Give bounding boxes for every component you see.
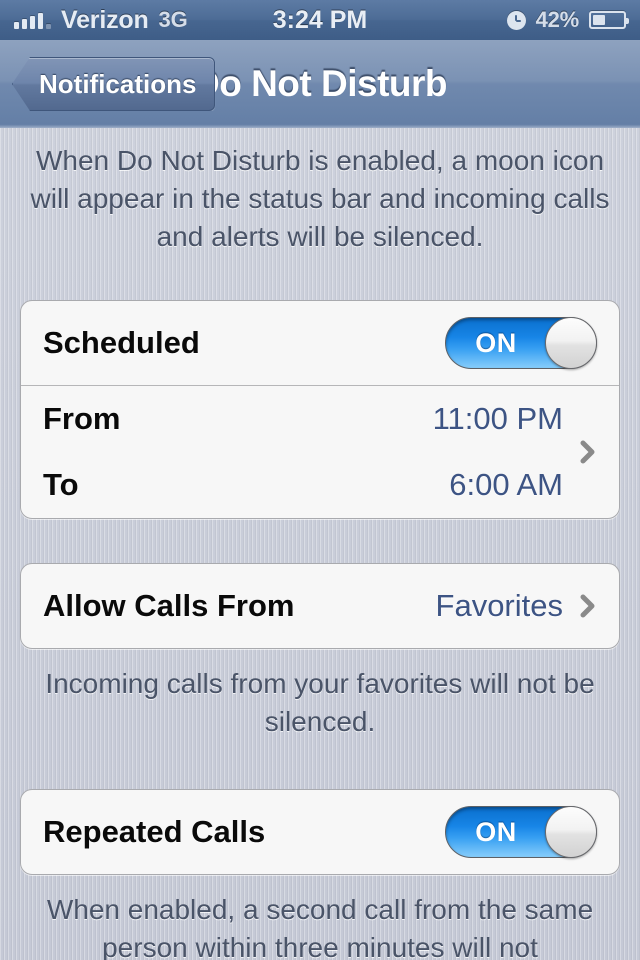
clock-time-label: 3:24 PM	[272, 5, 368, 34]
to-label: To	[43, 467, 79, 502]
to-value: 6:00 AM	[449, 467, 563, 502]
iphone-screen: Verizon 3G 3:24 PM 42% Notifications Do …	[0, 0, 640, 960]
back-button-notifications[interactable]: Notifications	[12, 57, 216, 111]
carrier-label: Verizon	[61, 5, 149, 34]
row-repeated-calls[interactable]: Repeated Calls ON	[21, 790, 619, 874]
allow-calls-from-value: Favorites	[435, 588, 563, 623]
settings-content: When Do Not Disturb is enabled, a moon i…	[0, 128, 640, 960]
repeated-calls-toggle-knob[interactable]	[545, 806, 597, 858]
row-scheduled[interactable]: Scheduled ON	[21, 301, 619, 385]
chevron-right-icon	[579, 591, 597, 621]
scheduled-toggle-knob[interactable]	[545, 317, 597, 369]
repeated-calls-group: Repeated Calls ON	[20, 789, 620, 875]
from-value: 11:00 PM	[432, 401, 563, 436]
status-bar: Verizon 3G 3:24 PM 42%	[0, 0, 640, 40]
battery-percent-label: 42%	[535, 7, 580, 32]
battery-fill	[593, 15, 606, 25]
allow-calls-group: Allow Calls From Favorites	[20, 563, 620, 649]
scheduled-toggle-state: ON	[475, 327, 517, 358]
row-to: To 6:00 AM	[43, 452, 563, 518]
repeated-calls-label: Repeated Calls	[43, 814, 266, 849]
repeated-calls-toggle[interactable]: ON	[445, 806, 597, 858]
row-from: From 11:00 PM	[43, 386, 563, 452]
scheduled-toggle[interactable]: ON	[445, 317, 597, 369]
signal-bars-icon	[14, 11, 51, 29]
status-bar-left: Verizon 3G	[14, 5, 188, 35]
chevron-right-icon	[579, 437, 597, 467]
repeated-calls-toggle-state: ON	[475, 816, 517, 847]
do-not-disturb-description: When Do Not Disturb is enabled, a moon i…	[30, 145, 610, 252]
schedule-group: Scheduled ON From 11:00 PM To 6:00 AM	[20, 300, 620, 519]
row-allow-calls-from[interactable]: Allow Calls From Favorites	[21, 564, 619, 648]
status-bar-right: 42%	[506, 7, 629, 33]
from-label: From	[43, 401, 121, 436]
allow-calls-from-label: Allow Calls From	[43, 588, 295, 623]
alarm-clock-icon	[506, 10, 526, 30]
row-schedule-times[interactable]: From 11:00 PM To 6:00 AM	[21, 385, 619, 518]
navigation-bar: Notifications Do Not Disturb	[0, 40, 640, 128]
scheduled-label: Scheduled	[43, 325, 200, 360]
repeated-calls-description: When enabled, a second call from the sam…	[46, 894, 594, 960]
schedule-times-lines: From 11:00 PM To 6:00 AM	[43, 386, 563, 518]
battery-icon	[589, 11, 629, 29]
back-button-label: Notifications	[39, 68, 197, 99]
allow-calls-description: Incoming calls from your favorites will …	[45, 668, 595, 737]
network-type-label: 3G	[158, 7, 188, 32]
